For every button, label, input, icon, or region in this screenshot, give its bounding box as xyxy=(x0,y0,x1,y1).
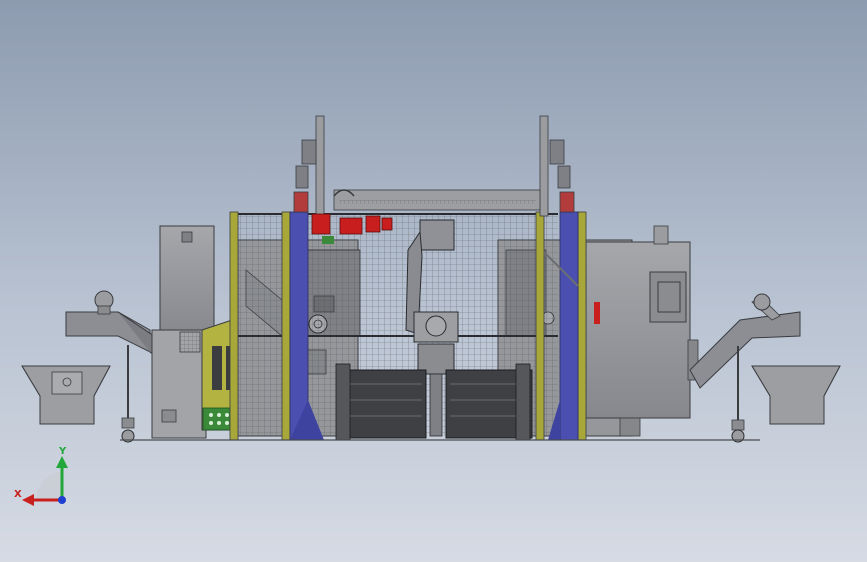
right-frame-guard xyxy=(535,211,587,441)
y-axis-arrowhead xyxy=(56,456,68,468)
right-gantry-tower xyxy=(539,115,575,217)
z-axis-dot xyxy=(58,496,66,504)
triad-xy-plane xyxy=(35,472,62,500)
x-axis-arrowhead xyxy=(22,494,34,506)
machine-cell-drawing: Y X xyxy=(14,115,841,506)
cad-viewport[interactable]: Y X xyxy=(0,0,867,562)
left-chip-bin xyxy=(21,365,111,425)
right-chip-bin xyxy=(751,365,841,425)
gantry-beam xyxy=(333,189,541,211)
y-axis-label: Y xyxy=(58,446,67,457)
left-gantry-tower xyxy=(293,115,325,217)
x-axis-label: X xyxy=(14,489,22,500)
coordinate-triad: Y X xyxy=(14,446,68,506)
